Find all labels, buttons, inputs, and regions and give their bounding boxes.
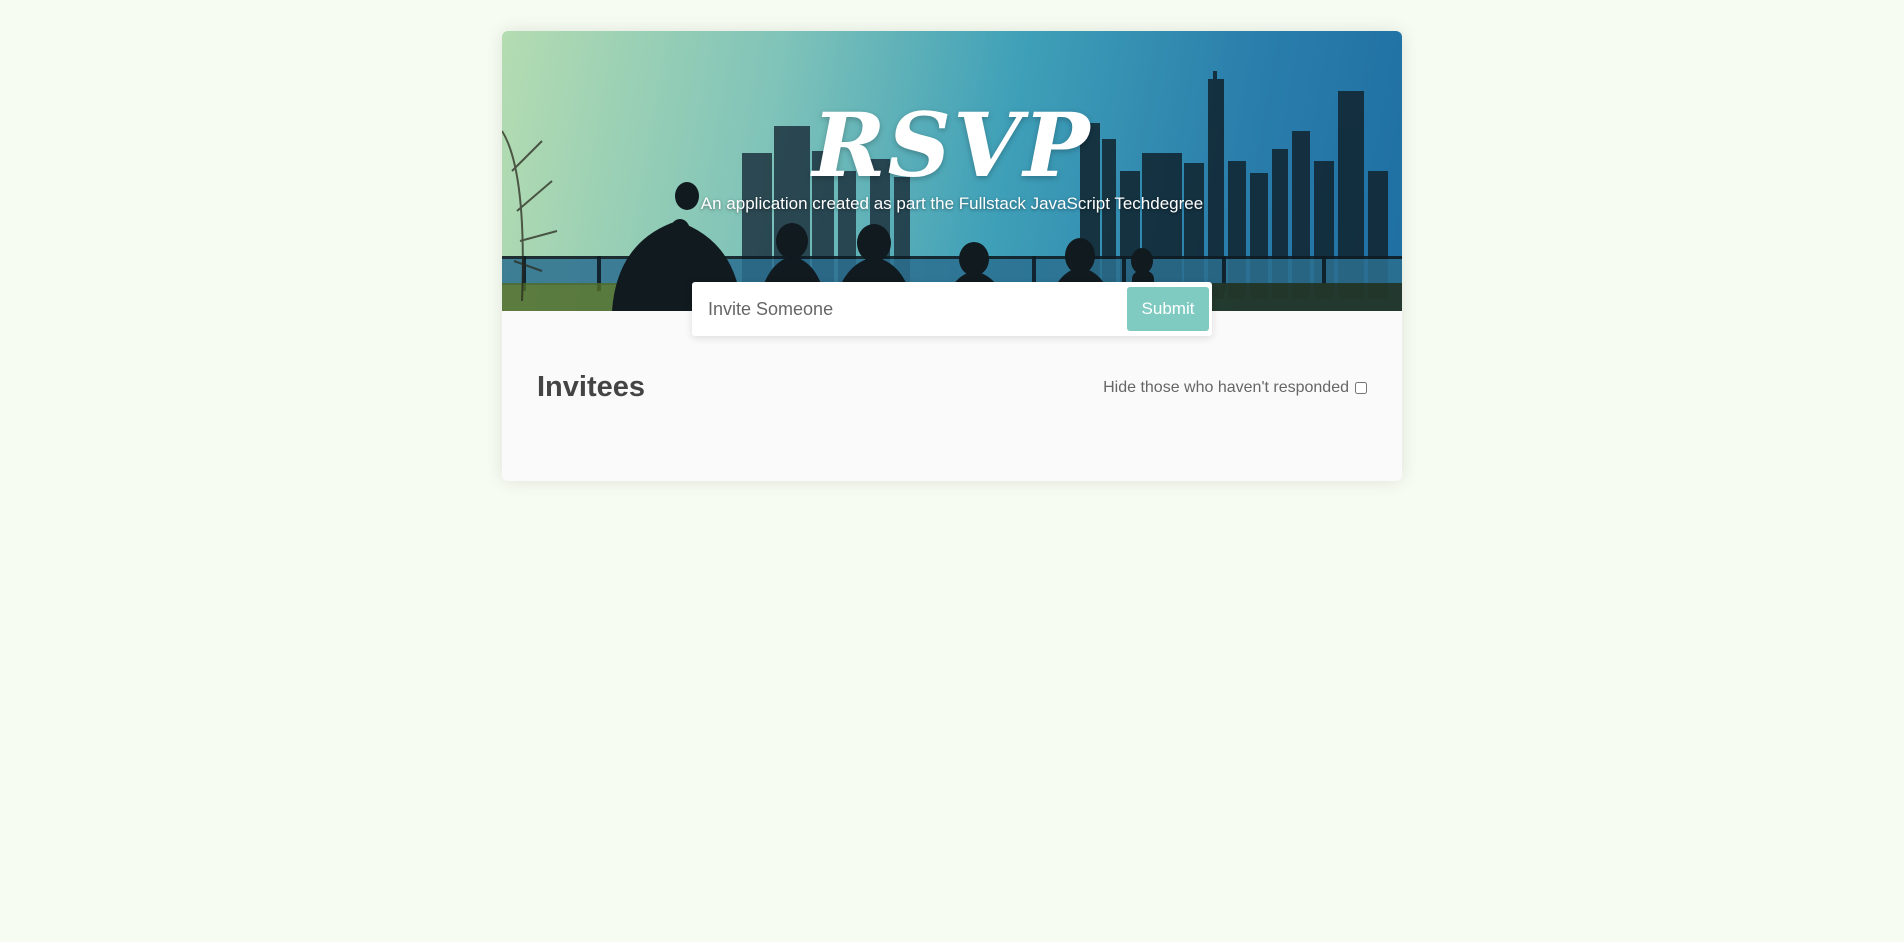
submit-button[interactable]: Submit <box>1127 287 1209 331</box>
filter-label: Hide those who haven't responded <box>1103 378 1349 396</box>
invite-form: Submit <box>692 282 1212 336</box>
app-card: RSVP An application created as part the … <box>502 31 1402 481</box>
invite-input[interactable] <box>692 287 1127 331</box>
header-hero: RSVP An application created as part the … <box>502 31 1402 311</box>
page-title: RSVP <box>812 93 1092 197</box>
invitees-section: Invitees Hide those who haven't responde… <box>537 371 1367 404</box>
page-subtitle: An application created as part the Fulls… <box>700 194 1204 213</box>
hide-unresponded-checkbox[interactable] <box>1355 381 1367 394</box>
hide-unresponded-filter[interactable]: Hide those who haven't responded <box>1103 379 1367 397</box>
invitees-heading: Invitees <box>537 371 645 403</box>
